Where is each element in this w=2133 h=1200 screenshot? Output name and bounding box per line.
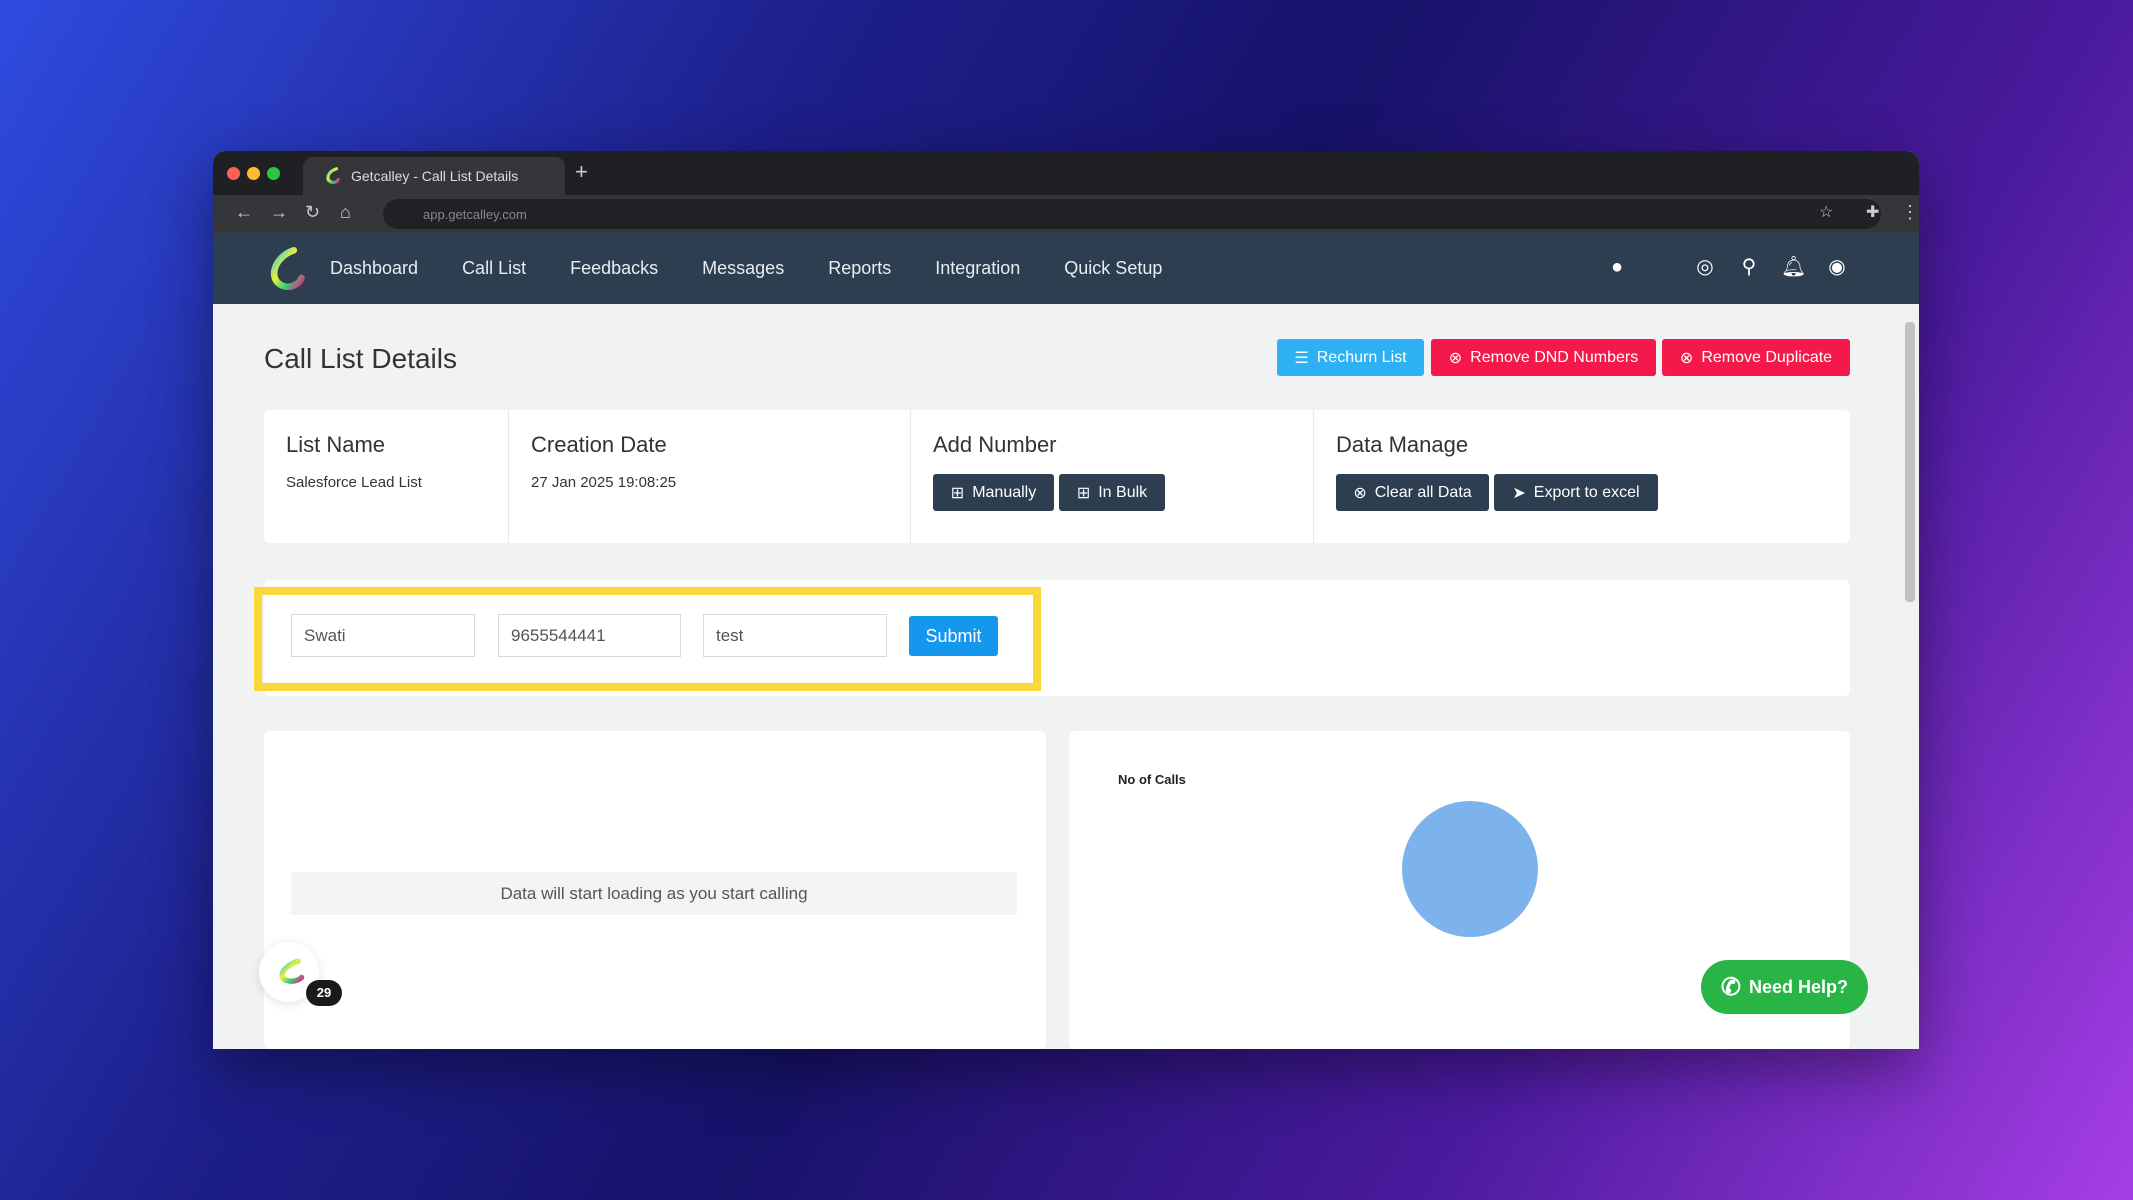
reload-icon[interactable]: ↻ bbox=[305, 202, 320, 223]
add-in-bulk-button[interactable]: ⊞ In Bulk bbox=[1059, 474, 1165, 511]
new-tab-button[interactable]: + bbox=[575, 159, 588, 185]
main-content: Call List Details ☰ Rechurn List ⊗ Remove … bbox=[213, 304, 1901, 1049]
whatsapp-icon: ✆ bbox=[1720, 973, 1742, 1001]
minimize-window-button[interactable] bbox=[247, 167, 260, 180]
add-number-section: Add Number ⊞ Manually ⊞ In Bulk bbox=[911, 410, 1314, 543]
bell-icon[interactable]: 🔔︎ bbox=[1781, 255, 1806, 279]
need-help-button[interactable]: ✆ Need Help? bbox=[1701, 960, 1868, 1014]
list-icon: ☰ bbox=[1294, 349, 1309, 367]
data-manage-section: Data Manage ⊗ Clear all Data ➤ Export to e… bbox=[1314, 410, 1850, 543]
page-title: Call List Details bbox=[264, 343, 457, 374]
add-number-label: Add Number bbox=[933, 432, 1057, 457]
data-manage-label: Data Manage bbox=[1336, 432, 1469, 457]
button-label: Clear all Data bbox=[1374, 483, 1472, 501]
plus-square-icon: ⊞ bbox=[950, 484, 965, 502]
remove-dnd-button[interactable]: ⊗ Remove DND Numbers bbox=[1431, 339, 1656, 376]
getcalley-logo[interactable] bbox=[263, 247, 307, 291]
url-text: app.getcalley.com bbox=[423, 206, 527, 222]
plus-square-icon: ⊞ bbox=[1076, 484, 1091, 502]
x-circle-icon: ⊗ bbox=[1679, 349, 1694, 367]
notification-count-badge: 29 bbox=[306, 980, 342, 1006]
add-manually-button[interactable]: ⊞ Manually bbox=[933, 474, 1054, 511]
menu-icon[interactable]: ⋮ bbox=[1901, 202, 1919, 223]
submit-button[interactable]: Submit bbox=[909, 616, 998, 656]
scrollbar-thumb[interactable] bbox=[1905, 322, 1915, 602]
list-info-card: List Name Salesforce Lead List Creation … bbox=[264, 410, 1850, 543]
support-icon[interactable]: ◎ bbox=[1693, 255, 1717, 279]
note-input[interactable]: test bbox=[703, 614, 887, 657]
x-circle-icon: ⊗ bbox=[1353, 484, 1367, 502]
tab-title: Getcalley - Call List Details bbox=[351, 168, 519, 184]
button-label: Rechurn List bbox=[1316, 348, 1407, 366]
android-icon[interactable]: ● bbox=[1605, 255, 1629, 279]
nav-feedbacks[interactable]: Feedbacks bbox=[570, 258, 658, 279]
url-field[interactable]: app.getcalley.com bbox=[383, 199, 1881, 229]
scrollbar[interactable] bbox=[1901, 304, 1919, 1049]
creation-date-section: Creation Date 27 Jan 2025 19:08:25 bbox=[509, 410, 911, 543]
button-label: Manually bbox=[972, 483, 1037, 501]
home-icon[interactable]: ⌂ bbox=[340, 202, 351, 223]
browser-tab[interactable]: Getcalley - Call List Details bbox=[303, 157, 565, 195]
creation-date-label: Creation Date bbox=[531, 432, 667, 457]
list-name-section: List Name Salesforce Lead List bbox=[264, 410, 509, 543]
nav-integration[interactable]: Integration bbox=[935, 258, 1020, 279]
phone-input[interactable]: 9655544441 bbox=[498, 614, 681, 657]
bookmark-star-icon[interactable]: ☆ bbox=[1819, 202, 1833, 222]
back-icon[interactable]: ← bbox=[235, 202, 253, 223]
favicon-icon bbox=[326, 167, 340, 185]
search-icon[interactable]: ⚲ bbox=[1737, 255, 1761, 279]
rechurn-list-button[interactable]: ☰ Rechurn List bbox=[1277, 339, 1424, 376]
forward-icon[interactable]: → bbox=[270, 202, 288, 223]
clear-all-data-button[interactable]: ⊗ Clear all Data bbox=[1336, 474, 1489, 511]
user-icon[interactable]: ◉ bbox=[1825, 255, 1849, 279]
list-name-label: List Name bbox=[286, 432, 386, 457]
close-window-button[interactable] bbox=[227, 167, 240, 180]
remove-duplicate-button[interactable]: ⊗ Remove Duplicate bbox=[1662, 339, 1850, 376]
list-name-value: Salesforce Lead List bbox=[286, 474, 422, 491]
button-label: Remove DND Numbers bbox=[1470, 348, 1639, 366]
button-label: Remove Duplicate bbox=[1701, 348, 1833, 366]
extensions-icon[interactable]: ✚ bbox=[1866, 202, 1879, 222]
creation-date-value: 27 Jan 2025 19:08:25 bbox=[531, 474, 677, 491]
nav-quick-setup[interactable]: Quick Setup bbox=[1064, 258, 1162, 279]
send-icon: ➤ bbox=[1512, 484, 1526, 502]
button-label: In Bulk bbox=[1098, 483, 1148, 501]
empty-state-message: Data will start loading as you start cal… bbox=[291, 872, 1017, 915]
tab-bar: Getcalley - Call List Details + bbox=[213, 151, 1919, 195]
button-label: Submit bbox=[925, 625, 982, 646]
button-label: Export to excel bbox=[1533, 483, 1640, 501]
name-input[interactable]: Swati bbox=[291, 614, 475, 657]
getcalley-logo-icon bbox=[279, 958, 305, 984]
chart-label: No of Calls bbox=[1118, 772, 1186, 787]
address-bar-row: ← → ↻ ⌂ app.getcalley.com ☆ ✚ ⋮ bbox=[213, 195, 1919, 233]
nav-reports[interactable]: Reports bbox=[828, 258, 891, 279]
x-circle-icon: ⊗ bbox=[1448, 349, 1463, 367]
app-navbar: Dashboard Call List Feedbacks Messages R… bbox=[213, 233, 1919, 304]
maximize-window-button[interactable] bbox=[267, 167, 280, 180]
nav-messages[interactable]: Messages bbox=[702, 258, 784, 279]
nav-dashboard[interactable]: Dashboard bbox=[330, 258, 418, 279]
pie-slice[interactable] bbox=[1402, 801, 1538, 937]
apple-icon[interactable] bbox=[1649, 255, 1673, 279]
nav-call-list[interactable]: Call List bbox=[462, 258, 526, 279]
export-excel-button[interactable]: ➤ Export to excel bbox=[1494, 474, 1658, 511]
browser-window: Getcalley - Call List Details + ← → ↻ ⌂ … bbox=[213, 151, 1919, 1049]
button-label: Need Help? bbox=[1749, 976, 1849, 997]
